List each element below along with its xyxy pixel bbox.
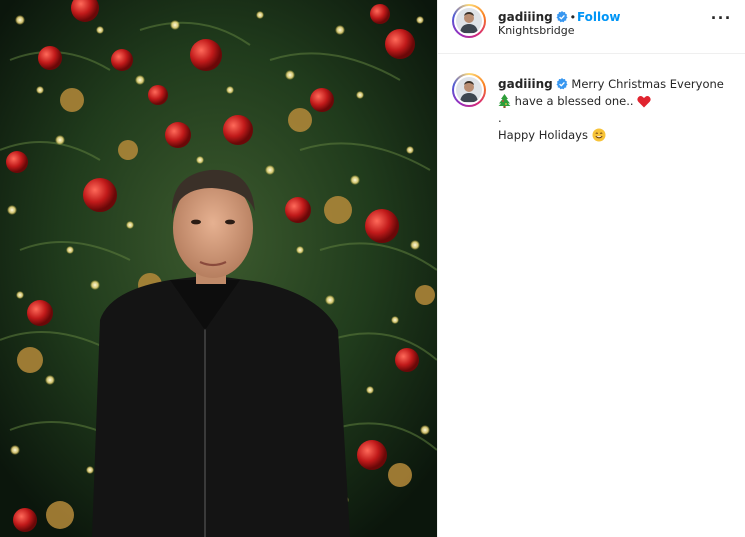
verified-badge-icon bbox=[556, 11, 568, 23]
post-header: gadiiing • Follow Knightsbridge ··· bbox=[438, 0, 745, 54]
separator-dot: • bbox=[570, 10, 575, 24]
profile-photo-icon bbox=[460, 81, 478, 102]
post-photo[interactable] bbox=[0, 0, 437, 537]
smiling-face-emoji-icon bbox=[592, 128, 606, 142]
christmas-tree-emoji-icon bbox=[498, 94, 511, 108]
header-username[interactable]: gadiiing bbox=[498, 10, 553, 24]
caption-avatar[interactable] bbox=[452, 73, 486, 107]
post-sidebar: gadiiing • Follow Knightsbridge ··· gadii… bbox=[437, 0, 745, 537]
profile-photo-icon bbox=[460, 12, 478, 33]
red-heart-emoji-icon bbox=[637, 95, 651, 108]
location-link[interactable]: Knightsbridge bbox=[498, 24, 575, 37]
verified-badge-icon bbox=[556, 78, 568, 90]
caption-line-2: have a blessed one.. bbox=[514, 94, 634, 108]
more-options-icon[interactable]: ··· bbox=[711, 9, 732, 27]
post-caption: gadiiing Merry Christmas Everyone have a… bbox=[498, 76, 738, 144]
caption-line-3: . bbox=[498, 111, 502, 125]
follow-button[interactable]: Follow bbox=[577, 10, 621, 24]
photo-image bbox=[0, 0, 437, 537]
caption-line-1: Merry Christmas Everyone bbox=[571, 77, 724, 91]
caption-username[interactable]: gadiiing bbox=[498, 77, 553, 91]
caption-line-4: Happy Holidays bbox=[498, 128, 588, 142]
header-avatar[interactable] bbox=[452, 4, 486, 38]
